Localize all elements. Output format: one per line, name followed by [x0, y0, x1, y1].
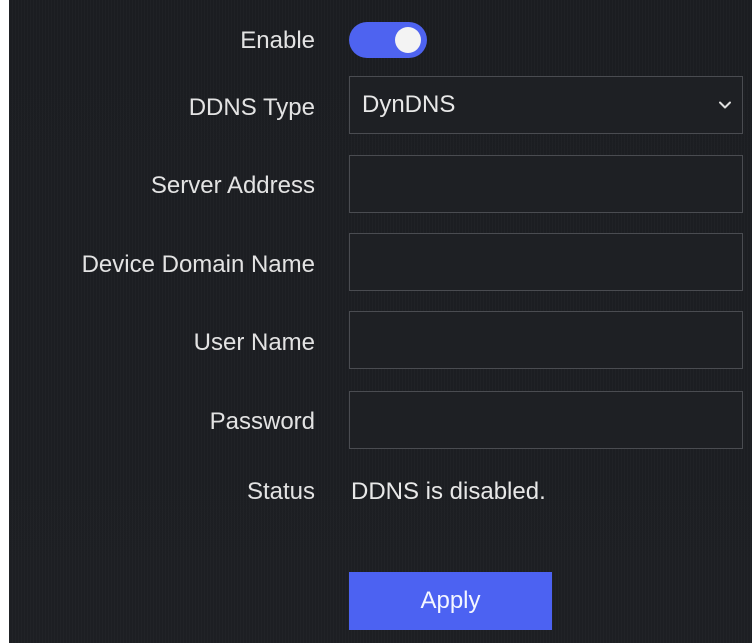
- device-domain-name-input[interactable]: [349, 233, 743, 291]
- server-address-label: Server Address: [150, 172, 315, 199]
- apply-button[interactable]: Apply: [349, 572, 552, 630]
- toggle-knob: [395, 27, 421, 53]
- ddns-type-label: DDNS Type: [188, 94, 315, 121]
- chevron-down-icon: [719, 101, 731, 109]
- status-label: Status: [246, 478, 315, 505]
- password-input[interactable]: [349, 391, 743, 449]
- user-name-input[interactable]: [349, 311, 743, 369]
- status-value: DDNS is disabled.: [351, 478, 546, 505]
- server-address-input[interactable]: [349, 155, 743, 213]
- enable-label: Enable: [240, 27, 315, 54]
- ddns-type-select[interactable]: DynDNS: [349, 76, 743, 134]
- user-name-label: User Name: [193, 329, 315, 356]
- password-label: Password: [209, 408, 315, 435]
- ddns-type-value: DynDNS: [362, 91, 456, 118]
- device-domain-name-label: Device Domain Name: [81, 251, 315, 278]
- enable-toggle[interactable]: [349, 22, 427, 58]
